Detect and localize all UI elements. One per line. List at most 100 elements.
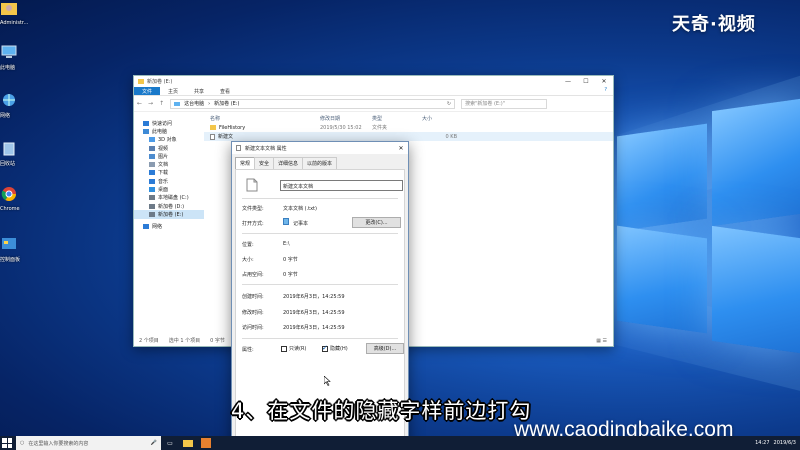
- tab-details[interactable]: 详细信息: [273, 157, 304, 169]
- desktop-icon-chrome[interactable]: Chrome: [0, 186, 30, 212]
- status-selected: 选中 1 个项目: [168, 338, 201, 344]
- search-icon: ○: [20, 440, 25, 446]
- taskbar: ○ 在这里输入你要搜索的内容 🎤 ▭ 14:27 2019/6/3: [0, 436, 800, 450]
- desktop-icon-control-panel[interactable]: 控制面板: [0, 236, 30, 263]
- tab-general[interactable]: 常规: [235, 157, 256, 169]
- file-type-label: 文件类型:: [242, 206, 264, 212]
- tab-previous-versions[interactable]: 以前的版本: [302, 157, 338, 169]
- sidebar-item[interactable]: 文档: [134, 160, 204, 168]
- sidebar-item[interactable]: 新加卷 (D:): [134, 202, 204, 210]
- desktop-icon-user[interactable]: Administr...: [0, 0, 30, 26]
- size-on-disk-label: 占用空间:: [242, 272, 264, 278]
- divider: [242, 284, 398, 285]
- column-size[interactable]: 大小: [422, 115, 457, 122]
- maximize-button[interactable]: ☐: [577, 78, 595, 85]
- size-value: 0 字节: [283, 257, 298, 263]
- sidebar-item[interactable]: 音乐: [134, 177, 204, 185]
- nav-item-icon: [143, 120, 149, 126]
- minimize-button[interactable]: —: [559, 78, 577, 85]
- address-bar-row: ← → ↑ 这台电脑 › 新加卷 (E:) ↻ 搜索"新加卷 (E:)": [134, 96, 613, 112]
- hidden-label: 隐藏(H): [330, 346, 348, 352]
- sidebar-item[interactable]: 此电脑: [134, 127, 204, 135]
- file-name: 新建文: [218, 134, 234, 140]
- desktop-icon-network[interactable]: 网络: [0, 92, 30, 119]
- sidebar-item[interactable]: 3D 对象: [134, 136, 204, 144]
- filename-field[interactable]: 新建文本文档: [280, 180, 403, 191]
- help-button[interactable]: ?: [598, 87, 613, 95]
- sidebar-item[interactable]: 桌面: [134, 185, 204, 193]
- tab-view[interactable]: 查看: [212, 87, 238, 95]
- sidebar-item-label: 新加卷 (D:): [158, 203, 185, 210]
- sidebar-item-label: 图片: [158, 153, 169, 160]
- sidebar-item-label: 快速访问: [152, 120, 173, 127]
- sidebar-item[interactable]: 网络: [134, 223, 204, 231]
- dialog-close-button[interactable]: ✕: [394, 145, 408, 152]
- filename-value: 新建文本文档: [283, 184, 314, 190]
- file-row[interactable]: 新建文 0 KB: [204, 132, 613, 141]
- column-name[interactable]: 名称: [210, 115, 320, 122]
- readonly-check-box[interactable]: [281, 345, 287, 352]
- sidebar-item[interactable]: 下载: [134, 169, 204, 177]
- desktop-icon-recycle-bin[interactable]: 回收站: [0, 140, 30, 167]
- opens-with-value: 记事本: [293, 221, 309, 227]
- sidebar-item-label: 此电脑: [152, 128, 168, 135]
- forward-button[interactable]: →: [148, 100, 153, 107]
- sidebar-item-label: 本地磁盘 (C:): [158, 195, 189, 202]
- task-view-icon[interactable]: ▭: [161, 436, 179, 450]
- created-label: 创建时间:: [242, 294, 264, 300]
- sidebar-item[interactable]: 图片: [134, 152, 204, 160]
- dialog-tabs: 常规 安全 详细信息 以前的版本: [232, 154, 408, 169]
- sidebar-item[interactable]: 快速访问: [134, 119, 204, 127]
- file-name: FileHistory: [219, 124, 246, 131]
- app-taskbar-icon[interactable]: [197, 436, 215, 450]
- tab-security[interactable]: 安全: [254, 157, 275, 169]
- windows-logo-pane: [712, 225, 800, 354]
- text-file-icon: [236, 145, 241, 151]
- notepad-icon: [283, 218, 289, 225]
- desktop-icon-this-pc[interactable]: 此电脑: [0, 44, 30, 71]
- tab-file[interactable]: 文件: [134, 87, 161, 95]
- divider: [242, 338, 398, 339]
- close-button[interactable]: ✕: [595, 78, 613, 85]
- breadcrumb-drive-e[interactable]: 新加卷 (E:): [214, 100, 239, 107]
- view-toggle-icons[interactable]: ▦ ☰: [596, 338, 613, 344]
- sidebar-item-label: 下载: [158, 170, 169, 177]
- hidden-checkbox[interactable]: 隐藏(H): [322, 344, 348, 352]
- taskbar-search-box[interactable]: ○ 在这里输入你要搜索的内容 🎤: [16, 436, 161, 450]
- advanced-button[interactable]: 高级(D)...: [366, 343, 404, 354]
- status-size: 0 字节: [210, 338, 225, 344]
- back-button[interactable]: ←: [137, 100, 142, 107]
- sidebar-item[interactable]: 本地磁盘 (C:): [134, 194, 204, 202]
- search-input[interactable]: 搜索"新加卷 (E:)": [461, 98, 548, 109]
- up-button[interactable]: ↑: [159, 100, 164, 107]
- sidebar-item[interactable]: 视频: [134, 144, 204, 152]
- status-item-count: 2 个项目: [139, 338, 159, 344]
- ribbon-tabs: 文件 主页 共享 查看 ?: [134, 87, 613, 96]
- clock-time[interactable]: 14:27: [755, 440, 769, 446]
- clock-date[interactable]: 2019/6/3: [774, 440, 796, 446]
- attributes-label: 属性:: [242, 347, 254, 353]
- column-type[interactable]: 类型: [372, 115, 422, 122]
- column-date[interactable]: 修改日期: [320, 115, 372, 122]
- tab-home[interactable]: 主页: [160, 87, 186, 95]
- breadcrumb-this-pc[interactable]: 这台电脑: [184, 100, 204, 107]
- change-button[interactable]: 更改(C)...: [352, 217, 401, 228]
- refresh-button[interactable]: ↻: [447, 101, 451, 107]
- nav-item-icon: [149, 195, 155, 201]
- file-row[interactable]: FileHistory 2019/5/30 15:02 文件夹: [204, 123, 613, 132]
- address-bar[interactable]: 这台电脑 › 新加卷 (E:) ↻: [170, 98, 456, 109]
- explorer-title: 新加卷 (E:): [147, 79, 173, 85]
- sidebar-item[interactable]: 新加卷 (E:): [134, 210, 204, 219]
- hidden-check-box[interactable]: [322, 344, 328, 352]
- sidebar-item-label: 网络: [152, 224, 163, 231]
- file-explorer-taskbar-icon[interactable]: [179, 436, 197, 450]
- folder-icon: [138, 79, 144, 84]
- this-pc-icon: [1, 45, 17, 58]
- tab-share[interactable]: 共享: [186, 87, 212, 95]
- readonly-checkbox[interactable]: 只读(R): [281, 345, 306, 352]
- nav-item-icon: [149, 162, 155, 168]
- created-value: 2019年6月3日，14:25:59: [283, 294, 345, 300]
- windows-logo-pane: [617, 225, 707, 334]
- start-button[interactable]: [2, 438, 12, 448]
- microphone-icon[interactable]: 🎤: [151, 440, 157, 446]
